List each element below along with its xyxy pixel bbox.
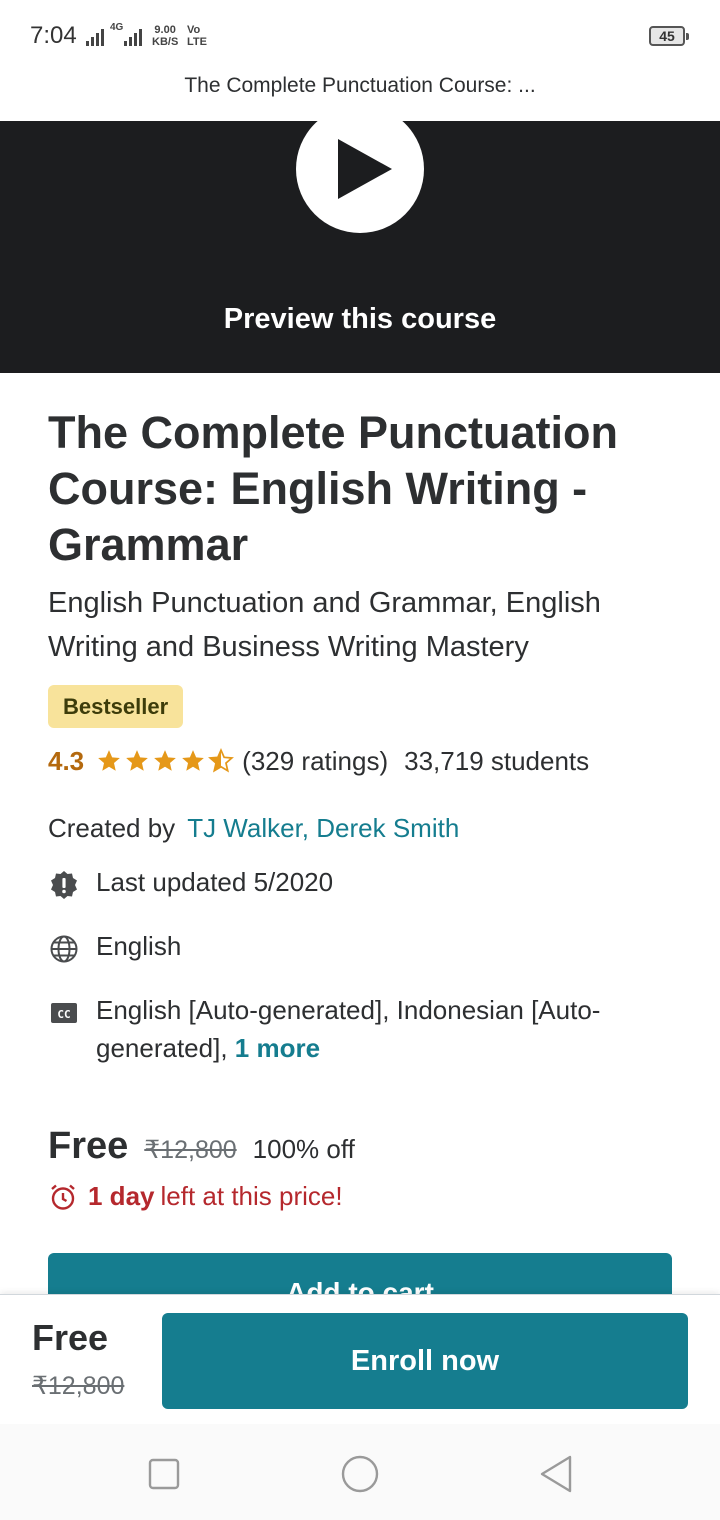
play-icon: [338, 139, 392, 199]
volte-indicator: Vo LTE: [187, 24, 207, 48]
purchase-bar: Free ₹12,800 Enroll now: [0, 1294, 720, 1424]
network-speed-unit: KB/S: [152, 36, 179, 48]
purchase-bar-original-price: ₹12,800: [32, 1372, 125, 1400]
instructor-link[interactable]: TJ Walker, Derek Smith: [187, 813, 459, 843]
closed-captions-icon: CC: [51, 1003, 77, 1023]
created-by-label: Created by: [48, 813, 176, 843]
star-icon: [126, 750, 148, 771]
star-icon: [154, 750, 176, 771]
discount-text: 100% off: [252, 1134, 355, 1164]
deadline-text: left at this price!: [160, 1181, 343, 1211]
page-title: The Complete Punctuation Course: ...: [184, 74, 536, 97]
rating-row: 4.3 (329 ratings) 33,719 students: [48, 743, 589, 779]
current-price: Free: [48, 1125, 129, 1167]
captions-more-link[interactable]: 1 more: [235, 1033, 320, 1063]
network-speed-value: 9.00: [154, 24, 176, 36]
status-time: 7:04: [30, 22, 77, 49]
network-type: 4G: [110, 22, 124, 33]
deadline-days: 1 day: [88, 1181, 155, 1211]
alert-badge-icon: [51, 871, 77, 899]
captions-languages: English [Auto-generated], Indonesian [Au…: [96, 995, 601, 1063]
signal-icon-secondary: [124, 26, 142, 46]
volte-top: Vo: [187, 24, 201, 36]
created-by: Created by TJ Walker, Derek Smith: [48, 813, 459, 844]
system-nav-bar: [0, 1424, 720, 1520]
rating-value: 4.3: [48, 745, 85, 776]
language-text: English: [96, 931, 182, 961]
enroll-now-button[interactable]: Enroll now: [162, 1313, 688, 1409]
star-icon: [98, 750, 120, 771]
rating-stars: [96, 748, 235, 774]
star-icon: [182, 750, 204, 771]
bestseller-badge: Bestseller: [48, 685, 184, 728]
network-speed: 9.00 KB/S: [152, 24, 178, 48]
back-icon[interactable]: [536, 1454, 576, 1494]
recent-apps-icon[interactable]: [144, 1454, 184, 1494]
half-star-icon: [208, 748, 235, 773]
captions-text: English [Auto-generated], Indonesian [Au…: [96, 991, 678, 1067]
students-count: 33,719 students: [404, 745, 590, 776]
status-bar: 7:04 4G 9.00 KB/S Vo LTE 45: [0, 0, 720, 72]
home-icon[interactable]: [340, 1454, 380, 1494]
deadline-row: 1 day left at this price!: [48, 1181, 343, 1212]
course-preview[interactable]: Preview this course: [0, 121, 720, 373]
last-updated-row: Last updated 5/2020: [48, 867, 333, 901]
volte-bottom: LTE: [187, 36, 207, 48]
preview-label[interactable]: Preview this course: [0, 303, 720, 336]
price-row: Free ₹12,800 100% off: [48, 1125, 355, 1168]
alarm-clock-icon: [51, 1184, 75, 1210]
captions-row: CC English [Auto-generated], Indonesian …: [48, 995, 678, 1067]
signal-icon: [86, 26, 104, 46]
course-title: The Complete Punctuation Course: English…: [48, 407, 619, 570]
purchase-bar-price: Free: [32, 1317, 109, 1358]
ratings-count[interactable]: (329 ratings): [242, 746, 388, 777]
last-updated-text: Last updated 5/2020: [96, 867, 334, 897]
course-subtitle: English Punctuation and Grammar, English…: [48, 587, 601, 663]
play-button[interactable]: [296, 121, 424, 233]
original-price: ₹12,800: [144, 1136, 237, 1164]
svg-text:CC: CC: [57, 1008, 70, 1021]
language-row: English: [48, 931, 181, 965]
battery-icon: 45: [649, 26, 689, 46]
globe-icon: [50, 935, 78, 963]
